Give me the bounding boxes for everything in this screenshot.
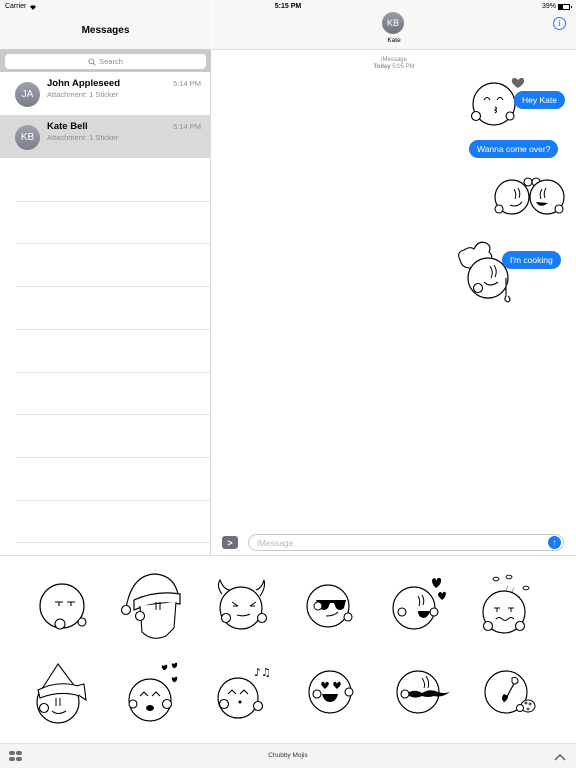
message-bubble[interactable]: Wanna come over? bbox=[469, 140, 559, 158]
chevron-up-icon[interactable] bbox=[554, 752, 566, 762]
list-title: Messages bbox=[81, 25, 130, 36]
time-label: 5:05 PM bbox=[392, 64, 415, 70]
app-drawer-bar: Chubby Mojis bbox=[0, 743, 576, 768]
sticker-app-name: Chubby Mojis bbox=[268, 752, 308, 759]
sticker-whistling-music-face[interactable]: ♪♫ bbox=[202, 656, 282, 736]
status-time: 5:15 PM bbox=[274, 3, 302, 10]
row-separator bbox=[16, 286, 210, 287]
search-placeholder: Search bbox=[99, 57, 123, 66]
conversation-pane: KB Kate i iMessage Today 5:05 PM Hey Kat… bbox=[212, 0, 576, 555]
conversation-meta: iMessage Today 5:05 PM bbox=[212, 57, 576, 71]
sticker-mustache-face[interactable] bbox=[380, 656, 460, 736]
conversation-preview: Attachment: 1 Sticker bbox=[47, 133, 119, 142]
sticker-love-hearts-face[interactable] bbox=[378, 566, 458, 646]
battery-percent: 39% bbox=[541, 3, 556, 10]
avatar: KB bbox=[15, 125, 40, 150]
message-bubble[interactable]: I'm cooking bbox=[502, 251, 561, 269]
contact-name: Kate Bell bbox=[47, 121, 88, 132]
battery-fill bbox=[559, 4, 563, 9]
message-bubble[interactable]: Hey Kate bbox=[514, 91, 565, 109]
sticker-two-faces-hugging[interactable] bbox=[492, 175, 566, 219]
svg-text:♪♫: ♪♫ bbox=[254, 666, 271, 679]
conversation-time: 5:14 PM bbox=[173, 79, 201, 88]
sticker-painter-face[interactable] bbox=[468, 656, 548, 736]
sticker-tongue-out-face[interactable] bbox=[24, 566, 104, 646]
message-input[interactable]: iMessage ↑ bbox=[248, 534, 564, 551]
sticker-stinky-face[interactable] bbox=[468, 566, 548, 646]
battery-icon bbox=[558, 3, 572, 10]
sticker-drawer: ♪♫ bbox=[0, 555, 576, 743]
status-bar: Carrier 5:15 PM 39% bbox=[0, 0, 576, 14]
row-separator bbox=[16, 542, 210, 543]
sticker-devil-face[interactable] bbox=[200, 566, 280, 646]
row-separator bbox=[16, 243, 210, 244]
search-bar: Search bbox=[0, 50, 211, 72]
row-separator bbox=[16, 500, 210, 501]
contact-name[interactable]: Kate bbox=[212, 37, 576, 44]
screen: Carrier 5:15 PM 39% Messages Search JA J… bbox=[0, 0, 576, 768]
conversation-row-kate-bell[interactable]: KB Kate Bell 5:14 PM Attachment: 1 Stick… bbox=[0, 115, 211, 158]
date-label: Today bbox=[373, 64, 391, 70]
battery-group: 39% bbox=[541, 3, 572, 10]
row-separator bbox=[16, 372, 210, 373]
info-icon[interactable]: i bbox=[553, 17, 566, 30]
sticker-santa-face[interactable] bbox=[112, 566, 192, 646]
search-icon bbox=[88, 57, 96, 66]
service-label: iMessage bbox=[381, 57, 407, 63]
conversation-row-john-appleseed[interactable]: JA John Appleseed 5:14 PM Attachment: 1 … bbox=[0, 72, 211, 115]
avatar: JA bbox=[15, 82, 40, 107]
contact-avatar[interactable]: KB bbox=[382, 12, 404, 34]
conversation-time: 5:14 PM bbox=[173, 122, 201, 131]
row-separator bbox=[16, 457, 210, 458]
sticker-sunglasses-face[interactable] bbox=[290, 566, 370, 646]
send-button[interactable]: ↑ bbox=[548, 536, 561, 549]
row-separator bbox=[16, 414, 210, 415]
search-input[interactable]: Search bbox=[5, 54, 206, 69]
conversation-preview: Attachment: 1 Sticker bbox=[47, 90, 119, 99]
sticker-elf-face[interactable] bbox=[20, 656, 100, 736]
message-placeholder: iMessage bbox=[257, 538, 294, 548]
contact-name: John Appleseed bbox=[47, 78, 121, 89]
apps-button[interactable]: > bbox=[222, 536, 238, 549]
row-separator bbox=[16, 201, 210, 202]
compose-bar: > iMessage ↑ bbox=[212, 530, 576, 555]
sticker-heart-eyes-face[interactable] bbox=[290, 656, 370, 736]
sticker-kiss-hearts-face[interactable] bbox=[112, 656, 192, 736]
row-separator bbox=[16, 329, 210, 330]
conversation-list-pane: Messages Search JA John Appleseed 5:14 P… bbox=[0, 0, 211, 555]
sticker-chef-face[interactable] bbox=[456, 238, 522, 306]
